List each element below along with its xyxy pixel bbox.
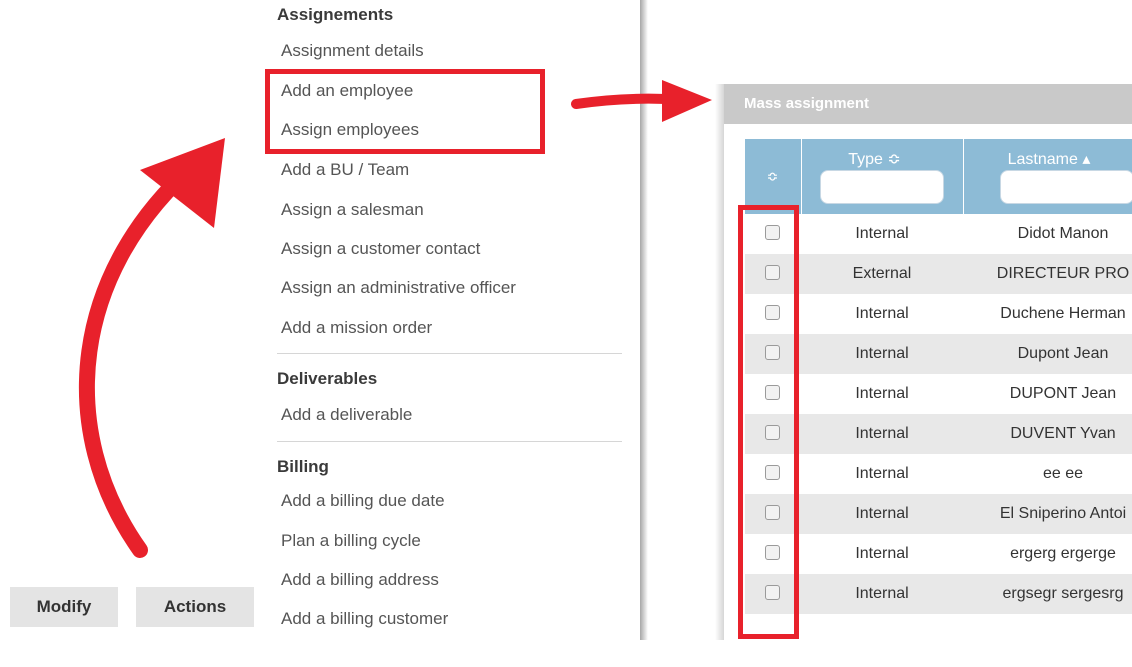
cell-type: Internal [855, 505, 909, 522]
menu-item-assign-administrative-officer[interactable]: Assign an administrative officer [281, 278, 516, 298]
table-row[interactable]: Internal Dupont Jean [745, 334, 1132, 374]
menu-item-add-deliverable[interactable]: Add a deliverable [281, 405, 412, 425]
menu-item-add-bu-team[interactable]: Add a BU / Team [281, 160, 409, 180]
menu-item-assign-salesman[interactable]: Assign a salesman [281, 200, 424, 220]
actions-button[interactable]: Actions [136, 587, 254, 627]
menu-item-assignment-details[interactable]: Assignment details [281, 41, 424, 61]
table-row[interactable]: Internal Didot Manon [745, 214, 1132, 254]
menu-divider [277, 353, 622, 354]
select-column-sort-icon[interactable]: ≎ [745, 139, 800, 214]
lastname-filter-input[interactable] [1000, 170, 1132, 204]
curved-arrow-shaft [78, 152, 208, 558]
cell-lastname: ee ee [1042, 465, 1084, 482]
table-row[interactable]: Internal Duchene Herman [745, 294, 1132, 334]
menu-shadow [640, 0, 648, 640]
cell-type: Internal [855, 385, 909, 402]
highlight-box-checkbox-column [738, 205, 799, 639]
cell-lastname: ergerg ergerge [1010, 545, 1116, 562]
section-title-billing: Billing [277, 457, 329, 476]
menu-item-plan-billing-cycle[interactable]: Plan a billing cycle [281, 531, 421, 551]
cell-type: Internal [855, 465, 909, 482]
menu-item-assign-customer-contact[interactable]: Assign a customer contact [281, 239, 480, 259]
cell-type: Internal [855, 585, 909, 602]
cell-type: Internal [855, 425, 909, 442]
cell-lastname: DUVENT Yvan [1010, 425, 1116, 442]
cell-lastname: Duchene Herman [1000, 305, 1126, 322]
type-filter-input[interactable] [820, 170, 944, 204]
menu-divider [277, 441, 622, 442]
table-row[interactable]: Internal El Sniperino Antoi [745, 494, 1132, 534]
right-arrow-head [662, 80, 712, 122]
cell-type: External [852, 265, 912, 282]
table-row[interactable]: Internal DUVENT Yvan [745, 414, 1132, 454]
section-title-assignements: Assignements [277, 5, 394, 24]
menu-item-add-mission-order[interactable]: Add a mission order [281, 318, 432, 338]
cell-type: Internal [855, 305, 909, 322]
menu-item-add-billing-address[interactable]: Add a billing address [281, 570, 439, 590]
menu-item-add-billing-due-date[interactable]: Add a billing due date [281, 491, 445, 511]
table-row[interactable]: Internal ergerg ergerge [745, 534, 1132, 574]
highlight-box-employee-items [265, 69, 545, 154]
column-header-type[interactable]: Type ≎ [801, 139, 947, 214]
section-title-deliverables: Deliverables [277, 369, 378, 388]
cell-lastname: Didot Manon [1017, 225, 1109, 242]
curved-arrow-head [140, 138, 225, 228]
cell-type: Internal [855, 545, 909, 562]
table-row[interactable]: Internal ergsegr sergesrg [745, 574, 1132, 614]
cell-lastname: ergsegr sergesrg [1002, 585, 1124, 602]
table-row[interactable]: Internal DUPONT Jean [745, 374, 1132, 414]
column-header-lastname[interactable]: Lastname ▴ [963, 139, 1132, 214]
column-type-label[interactable]: Type ≎ [802, 149, 947, 169]
table-row[interactable]: Internal ee ee [745, 454, 1132, 494]
cell-type: Internal [855, 345, 909, 362]
cell-lastname: El Sniperino Antoi [999, 505, 1127, 522]
column-lastname-label[interactable]: Lastname ▴ [964, 149, 1132, 169]
panel-title: Mass assignment [724, 84, 1132, 124]
cell-lastname: DIRECTEUR PRO [996, 265, 1130, 282]
cell-type: Internal [855, 225, 909, 242]
cell-lastname: Dupont Jean [1017, 345, 1109, 362]
table-row[interactable]: External DIRECTEUR PRO [745, 254, 1132, 294]
menu-item-add-billing-customer[interactable]: Add a billing customer [281, 609, 448, 629]
modify-button[interactable]: Modify [10, 587, 118, 627]
cell-lastname: DUPONT Jean [1009, 385, 1117, 402]
table-header: ≎ Type ≎ Lastname ▴ [745, 139, 1132, 214]
